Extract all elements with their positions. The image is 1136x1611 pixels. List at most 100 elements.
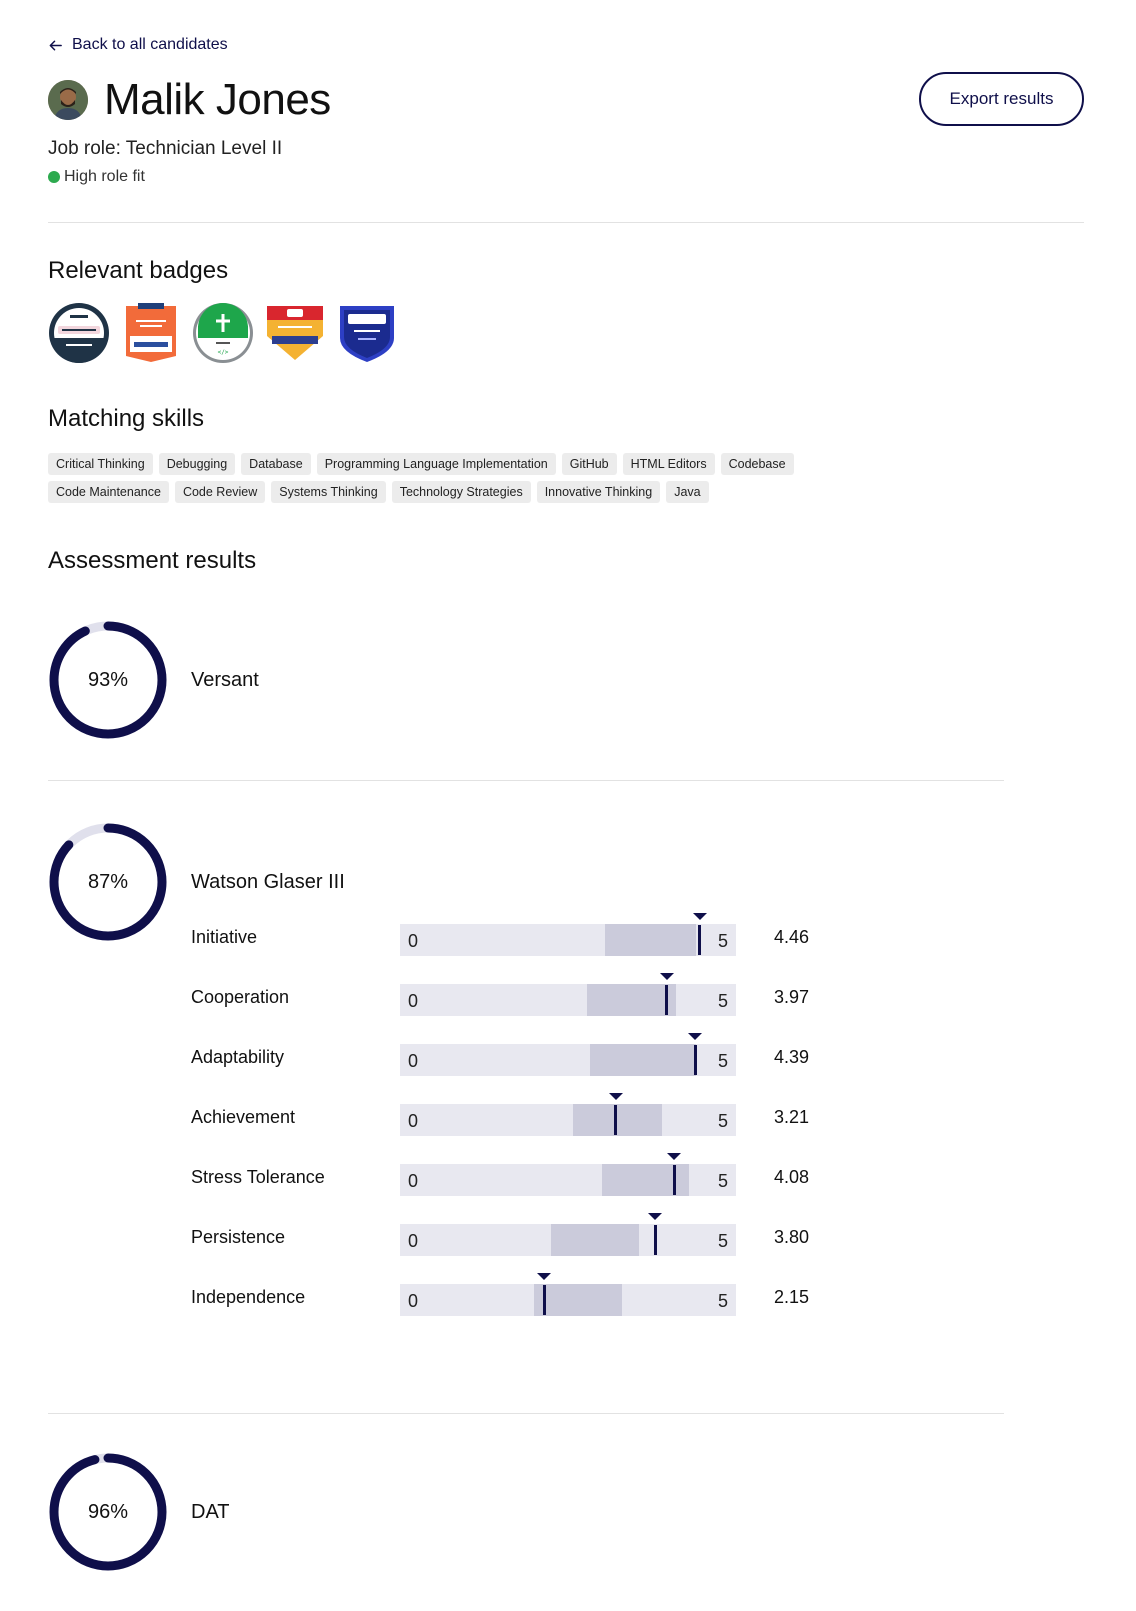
trait-scale: 05 xyxy=(400,1273,736,1317)
trait-row: Achievement 0 5 3.21 xyxy=(191,1093,811,1155)
scale-max: 5 xyxy=(717,991,728,1011)
score-pointer-icon xyxy=(648,1213,663,1220)
role-fit-status: High role fit xyxy=(48,168,145,186)
scale-max: 5 xyxy=(717,1171,728,1191)
skill-tag: Debugging xyxy=(158,453,236,475)
role-fit-label: High role fit xyxy=(64,168,145,185)
score-marker xyxy=(698,925,702,955)
trait-scale: 05 xyxy=(400,1153,736,1197)
scale-range xyxy=(604,924,696,956)
skill-tag: Code Review xyxy=(174,481,266,503)
score-percent: 87% xyxy=(87,870,129,893)
assessment-name: Versant xyxy=(191,668,259,691)
trait-scale: 05 xyxy=(400,973,736,1017)
trait-value: 4.46 xyxy=(773,927,809,947)
score-marker xyxy=(693,1045,697,1075)
trait-value: 4.08 xyxy=(773,1167,809,1187)
scale-range xyxy=(589,1044,696,1076)
arrow-left-icon xyxy=(49,40,62,50)
score-donut: 87% xyxy=(48,822,168,942)
trait-name: Persistence xyxy=(191,1227,286,1247)
badge-coding-icon[interactable]: </> xyxy=(192,302,254,364)
score-pointer-icon xyxy=(608,1093,623,1100)
score-pointer-icon xyxy=(667,1153,682,1160)
badge-coding-fundamentals-icon[interactable] xyxy=(264,302,326,364)
scale-max: 5 xyxy=(717,1111,728,1131)
trait-score-list: Initiative 0 5 4.46 Cooperation 0 5 3.97 Adaptab… xyxy=(191,913,811,1335)
trait-row: Independence 0 5 2.15 xyxy=(191,1273,811,1335)
skill-tag: Codebase xyxy=(720,453,794,475)
score-marker xyxy=(665,985,669,1015)
score-marker xyxy=(653,1225,657,1255)
scale-track xyxy=(400,1104,736,1136)
trait-row: Initiative 0 5 4.46 xyxy=(191,913,811,975)
trait-name: Adaptability xyxy=(191,1047,285,1067)
scale-range xyxy=(534,1284,622,1316)
skill-tag: Technology Strategies xyxy=(391,481,531,503)
avatar xyxy=(48,80,88,120)
skill-tag-list: Critical Thinking Debugging Database Pro… xyxy=(48,453,828,503)
score-percent: 96% xyxy=(87,1500,129,1523)
candidate-header: Malik Jones xyxy=(48,76,331,124)
trait-scale: 05 xyxy=(400,1033,736,1077)
scale-range xyxy=(573,1104,663,1136)
score-marker xyxy=(542,1285,546,1315)
scale-min: 0 xyxy=(408,931,419,951)
scale-max: 5 xyxy=(717,1051,728,1071)
candidate-name: Malik Jones xyxy=(104,75,331,124)
skill-tag: Programming Language Implementation xyxy=(316,453,556,475)
assessment-name: Watson Glaser III xyxy=(191,870,345,893)
badges-title: Relevant badges xyxy=(48,257,229,284)
trait-scale: 05 xyxy=(400,1093,736,1137)
assessment-dat: 96% DAT xyxy=(48,1452,230,1572)
svg-text:</>: </> xyxy=(218,349,229,356)
scale-max: 5 xyxy=(717,931,728,951)
score-marker xyxy=(672,1165,676,1195)
trait-scale: 05 xyxy=(400,913,736,957)
badge-calarts-icon[interactable] xyxy=(48,302,110,364)
back-link-label: Back to all candidates xyxy=(72,36,228,53)
score-donut: 93% xyxy=(48,620,168,740)
assessment-results-title: Assessment results xyxy=(48,547,257,574)
trait-row: Persistence 0 5 3.80 xyxy=(191,1213,811,1275)
job-role: Job role: Technician Level II xyxy=(48,138,283,159)
trait-value: 3.21 xyxy=(773,1107,809,1127)
status-dot-icon xyxy=(48,171,60,183)
skill-tag: Java xyxy=(666,481,709,503)
score-donut: 96% xyxy=(48,1452,168,1572)
scale-min: 0 xyxy=(408,1111,419,1131)
badge-list: </> xyxy=(48,302,398,364)
scale-min: 0 xyxy=(408,1291,419,1311)
badge-practitioner-icon[interactable] xyxy=(336,302,398,364)
scale-min: 0 xyxy=(408,1171,419,1191)
trait-row: Stress Tolerance 0 5 4.08 xyxy=(191,1153,811,1215)
scale-range xyxy=(551,1224,639,1256)
score-pointer-icon xyxy=(659,973,674,980)
score-pointer-icon xyxy=(688,1033,702,1040)
skill-tag: Database xyxy=(241,453,311,475)
trait-name: Stress Tolerance xyxy=(191,1167,325,1187)
score-percent: 93% xyxy=(87,668,129,691)
score-marker xyxy=(614,1105,618,1135)
trait-value: 3.80 xyxy=(773,1227,809,1247)
divider xyxy=(48,1413,1004,1414)
trait-value: 2.15 xyxy=(773,1287,809,1307)
trait-name: Independence xyxy=(191,1287,306,1307)
trait-value: 4.39 xyxy=(773,1047,809,1067)
badge-programming-coding-icon[interactable] xyxy=(120,302,182,364)
score-pointer-icon xyxy=(692,913,707,920)
scale-min: 0 xyxy=(408,991,419,1011)
scale-max: 5 xyxy=(717,1291,728,1311)
score-pointer-icon xyxy=(537,1273,552,1280)
trait-name: Cooperation xyxy=(191,987,290,1007)
scale-max: 5 xyxy=(717,1231,728,1251)
back-to-candidates-link[interactable]: Back to all candidates xyxy=(48,34,228,56)
skill-tag: Innovative Thinking xyxy=(536,481,661,503)
scale-min: 0 xyxy=(408,1051,419,1071)
assessment-versant: 93% Versant xyxy=(48,620,259,740)
scale-range xyxy=(586,984,676,1016)
export-results-button[interactable]: Export results xyxy=(919,72,1084,126)
scale-min: 0 xyxy=(408,1231,419,1251)
skills-title: Matching skills xyxy=(48,405,205,432)
assessment-name: DAT xyxy=(191,1500,230,1523)
